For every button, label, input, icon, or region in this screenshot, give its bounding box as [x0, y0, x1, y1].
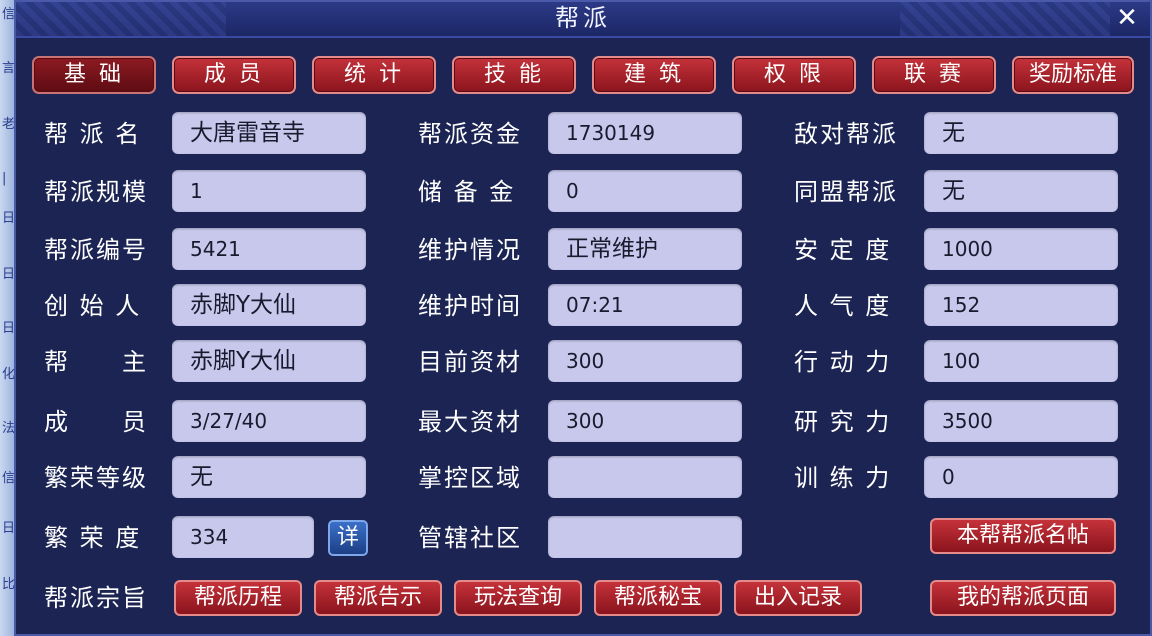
- tab-basic[interactable]: 基 础: [32, 56, 156, 94]
- tab-statistics[interactable]: 统 计: [312, 56, 436, 94]
- field-current-materials: 300: [548, 340, 742, 382]
- strip-char: 日: [2, 267, 16, 282]
- field-prosperity: 334: [172, 516, 314, 558]
- strip-char: 日: [2, 321, 16, 336]
- strip-char: 化: [2, 367, 16, 382]
- field-training-power: 0: [924, 456, 1118, 498]
- guild-window: 帮派 ✕ 基 础 成 员 统 计 技 能 建 筑 权 限 联 赛 奖励标准 帮 …: [14, 0, 1152, 636]
- strip-char: 信: [2, 7, 16, 22]
- field-guild-scale: 1: [172, 170, 366, 212]
- strip-char: 日: [2, 211, 16, 226]
- field-community: [548, 516, 742, 558]
- label-leader: 帮 主: [44, 348, 148, 376]
- strip-char: 老: [2, 117, 16, 132]
- label-maintenance-status: 维护情况: [418, 236, 522, 264]
- field-controlled-area: [548, 456, 742, 498]
- label-popularity: 人 气 度: [794, 292, 892, 320]
- tab-members[interactable]: 成 员: [172, 56, 296, 94]
- guild-card-button[interactable]: 本帮帮派名帖: [930, 518, 1116, 554]
- label-enemy-guild: 敌对帮派: [794, 120, 898, 148]
- field-allied-guild: 无: [924, 170, 1118, 212]
- tab-permissions[interactable]: 权 限: [732, 56, 856, 94]
- label-guild-id: 帮派编号: [44, 236, 148, 264]
- label-guild-purpose: 帮派宗旨: [44, 584, 148, 612]
- guild-notice-button[interactable]: 帮派告示: [314, 580, 442, 616]
- field-stability: 1000: [924, 228, 1118, 270]
- field-reserve: 0: [548, 170, 742, 212]
- field-founder: 赤脚Y大仙: [172, 284, 366, 326]
- tab-league[interactable]: 联 赛: [872, 56, 996, 94]
- guild-history-button[interactable]: 帮派历程: [174, 580, 302, 616]
- label-guild-funds: 帮派资金: [418, 120, 522, 148]
- label-stability: 安 定 度: [794, 236, 892, 264]
- tab-skills[interactable]: 技 能: [452, 56, 576, 94]
- field-max-materials: 300: [548, 400, 742, 442]
- label-action-power: 行 动 力: [794, 348, 892, 376]
- label-controlled-area: 掌控区域: [418, 464, 522, 492]
- field-research-power: 3500: [924, 400, 1118, 442]
- window-title: 帮派: [555, 4, 611, 32]
- strip-char: 日: [2, 521, 16, 536]
- label-max-materials: 最大资材: [418, 408, 522, 436]
- guild-treasure-button[interactable]: 帮派秘宝: [594, 580, 722, 616]
- label-current-materials: 目前资材: [418, 348, 522, 376]
- strip-char: 比: [2, 577, 16, 592]
- label-community: 管辖社区: [418, 524, 522, 552]
- label-research-power: 研 究 力: [794, 408, 892, 436]
- title-bar[interactable]: 帮派 ✕: [16, 2, 1150, 38]
- my-guild-page-button[interactable]: 我的帮派页面: [930, 580, 1116, 616]
- label-prosperity: 繁 荣 度: [44, 524, 142, 552]
- field-enemy-guild: 无: [924, 112, 1118, 154]
- label-reserve: 储 备 金: [418, 178, 516, 206]
- label-members: 成 员: [44, 408, 148, 436]
- label-guild-name: 帮 派 名: [44, 120, 142, 148]
- field-members: 3/27/40: [172, 400, 366, 442]
- prosperity-detail-button[interactable]: 详: [328, 520, 368, 556]
- label-founder: 创 始 人: [44, 292, 142, 320]
- strip-char: |: [2, 171, 7, 186]
- gameplay-query-button[interactable]: 玩法查询: [454, 580, 582, 616]
- field-guild-id: 5421: [172, 228, 366, 270]
- access-log-button[interactable]: 出入记录: [734, 580, 862, 616]
- strip-char: 言: [2, 61, 16, 76]
- field-guild-funds: 1730149: [548, 112, 742, 154]
- label-maintenance-time: 维护时间: [418, 292, 522, 320]
- close-icon[interactable]: ✕: [1112, 4, 1142, 34]
- label-allied-guild: 同盟帮派: [794, 178, 898, 206]
- field-maintenance-time: 07:21: [548, 284, 742, 326]
- label-prosperity-level: 繁荣等级: [44, 464, 148, 492]
- field-guild-name: 大唐雷音寺: [172, 112, 366, 154]
- strip-char: 信: [2, 471, 16, 486]
- label-guild-scale: 帮派规模: [44, 178, 148, 206]
- tab-buildings[interactable]: 建 筑: [592, 56, 716, 94]
- field-popularity: 152: [924, 284, 1118, 326]
- strip-char: 法: [2, 421, 16, 436]
- field-leader: 赤脚Y大仙: [172, 340, 366, 382]
- field-action-power: 100: [924, 340, 1118, 382]
- label-training-power: 训 练 力: [794, 464, 892, 492]
- field-maintenance-status: 正常维护: [548, 228, 742, 270]
- field-prosperity-level: 无: [172, 456, 366, 498]
- tab-reward-standard[interactable]: 奖励标准: [1012, 56, 1134, 94]
